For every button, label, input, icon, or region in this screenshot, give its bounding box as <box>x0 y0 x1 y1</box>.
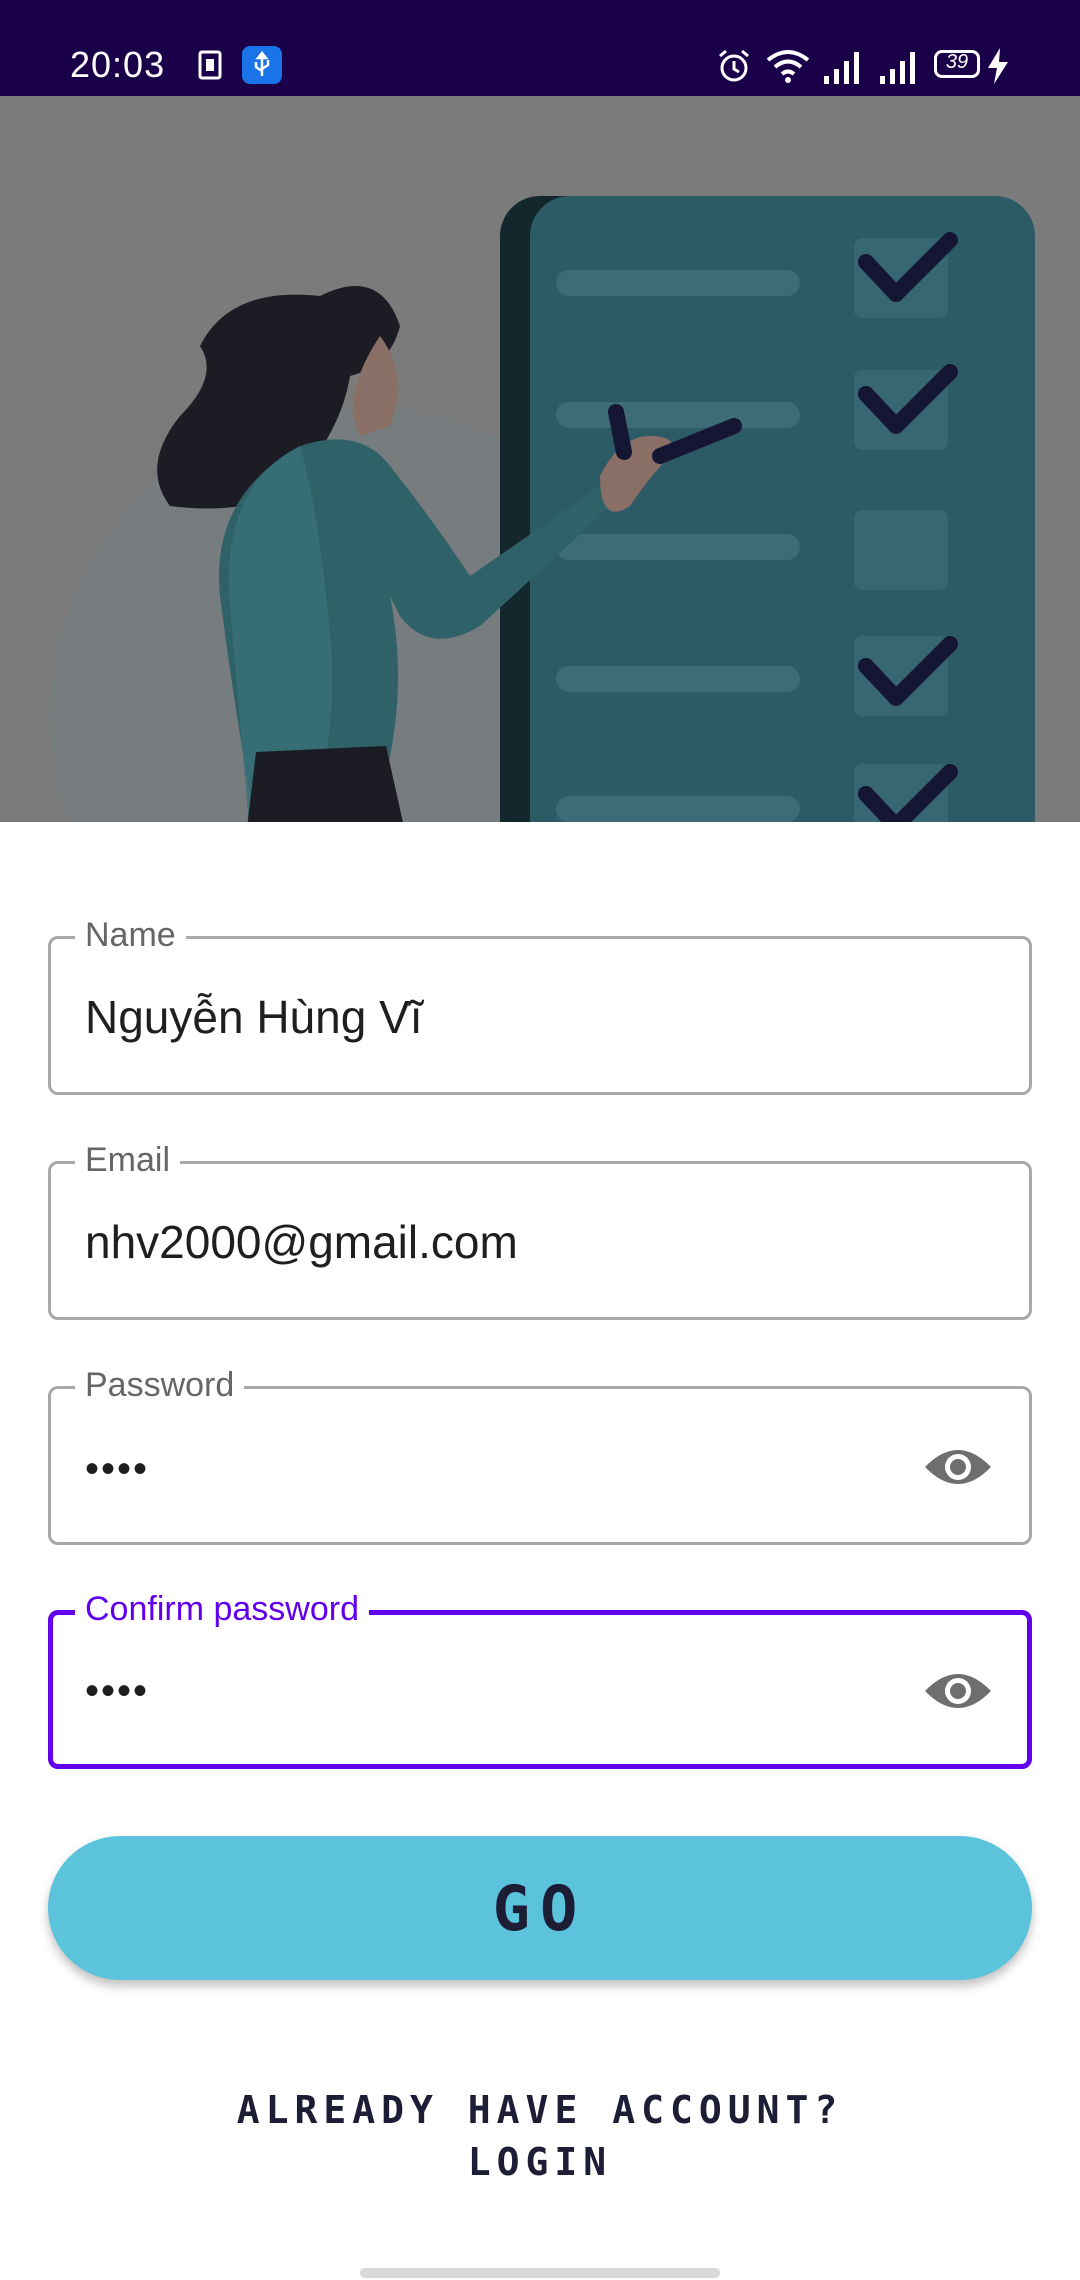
charging-icon <box>988 48 1008 84</box>
go-button-label: GO <box>492 1871 588 1945</box>
alarm-icon <box>719 49 749 82</box>
battery-level: 39 <box>945 51 969 73</box>
home-indicator[interactable] <box>360 2268 720 2278</box>
wifi-icon <box>766 50 810 83</box>
usb-icon <box>242 46 282 84</box>
signal-icon <box>824 52 859 84</box>
confirm-password-field[interactable]: Confirm password •••• <box>48 1589 1032 1769</box>
status-bar: 20:03 39 <box>0 0 1080 96</box>
hero-illustration <box>0 96 1080 822</box>
name-field-label: Name <box>75 915 186 955</box>
password-input[interactable]: •••• <box>85 1441 149 1497</box>
go-button[interactable]: GO <box>48 1836 1032 1980</box>
email-field[interactable]: Email nhv2000@gmail.com <box>48 1140 1032 1320</box>
login-link-line1: ALREADY HAVE ACCOUNT? <box>236 2088 844 2132</box>
battery-icon: 39 <box>934 50 980 78</box>
password-field-label: Password <box>75 1365 245 1405</box>
status-time: 20:03 <box>70 44 166 85</box>
password-field[interactable]: Password •••• <box>48 1365 1032 1545</box>
email-input[interactable]: nhv2000@gmail.com <box>85 1214 518 1270</box>
login-link[interactable]: ALREADY HAVE ACCOUNT? LOGIN <box>0 2084 1080 2188</box>
name-field[interactable]: Name Nguyễn Hùng Vĩ <box>48 915 1032 1095</box>
confirm-password-input[interactable]: •••• <box>85 1663 149 1719</box>
login-link-line2: LOGIN <box>467 2140 613 2184</box>
sim-card-icon <box>198 50 222 80</box>
eye-icon[interactable] <box>923 1441 993 1493</box>
email-field-label: Email <box>75 1140 181 1180</box>
eye-icon[interactable] <box>923 1665 993 1717</box>
confirm-password-field-label: Confirm password <box>75 1589 369 1629</box>
name-input[interactable]: Nguyễn Hùng Vĩ <box>85 989 423 1045</box>
signal-icon <box>880 52 915 84</box>
checklist-illustration <box>50 196 1035 822</box>
